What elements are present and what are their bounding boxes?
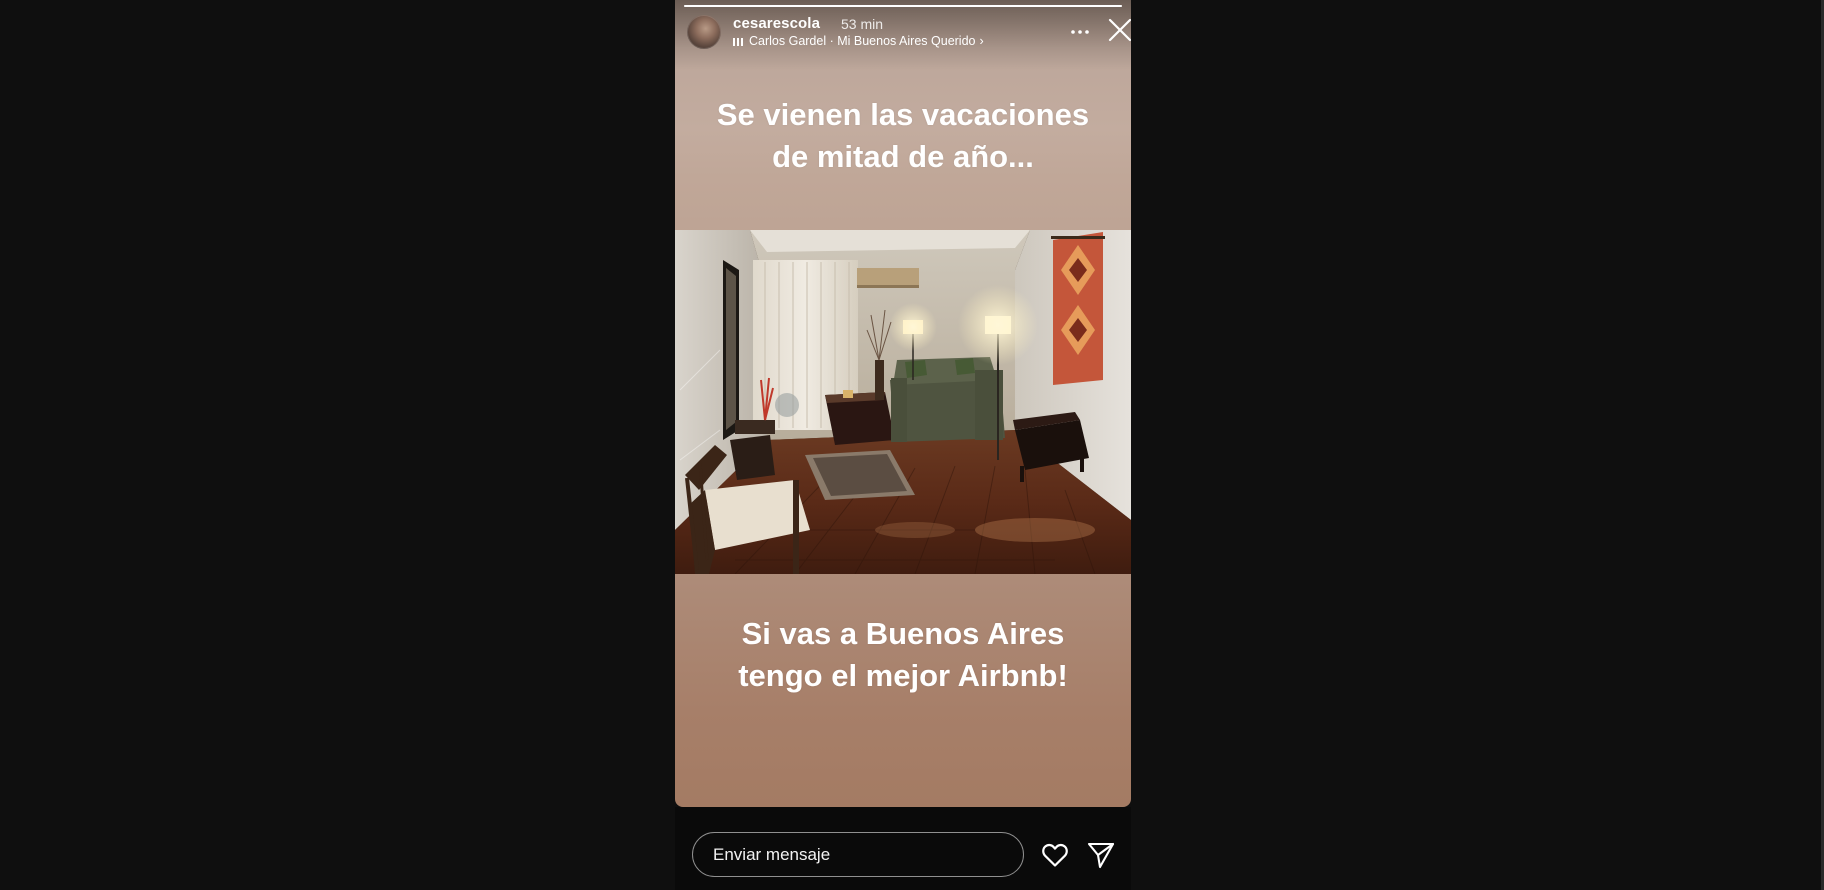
caption-bottom-line-2: tengo el mejor Airbnb! [738, 658, 1068, 693]
music-attribution[interactable]: Carlos Gardel · Mi Buenos Aires Querido … [733, 34, 984, 48]
living-room-photo [675, 230, 1131, 574]
story-viewer: cesarescola 53 min Carlos Gardel · Mi Bu… [0, 0, 1824, 890]
more-options-button[interactable] [1068, 22, 1092, 42]
close-button[interactable] [1107, 17, 1131, 43]
heart-icon [1042, 843, 1068, 867]
living-room-illustration [675, 230, 1131, 574]
story-header: cesarescola 53 min Carlos Gardel · Mi Bu… [687, 15, 1131, 51]
music-label: Carlos Gardel · Mi Buenos Aires Querido [749, 34, 976, 48]
avatar[interactable] [687, 15, 721, 49]
story-progress-fill [684, 5, 1122, 7]
caption-bottom-line-1: Si vas a Buenos Aires [741, 616, 1065, 651]
message-input[interactable] [692, 832, 1024, 877]
music-bars-icon [733, 37, 743, 46]
share-button[interactable] [1086, 840, 1116, 870]
caption-bottom: Si vas a Buenos Aires tengo el mejor Air… [675, 613, 1131, 697]
story-card[interactable]: cesarescola 53 min Carlos Gardel · Mi Bu… [675, 0, 1131, 807]
like-button[interactable] [1040, 840, 1070, 870]
more-horizontal-icon [1071, 30, 1089, 34]
close-icon [1108, 18, 1131, 42]
time-ago: 53 min [841, 16, 884, 32]
story-progress-bar [684, 5, 1122, 7]
username[interactable]: cesarescola [733, 15, 820, 32]
reply-bar [675, 807, 1131, 890]
caption-top: Se vienen las vacaciones de mitad de año… [675, 94, 1131, 178]
chevron-right-icon: › [979, 34, 984, 48]
caption-top-line-1: Se vienen las vacaciones [716, 97, 1090, 132]
paper-plane-icon [1087, 842, 1115, 869]
caption-top-line-2: de mitad de año... [772, 139, 1034, 174]
